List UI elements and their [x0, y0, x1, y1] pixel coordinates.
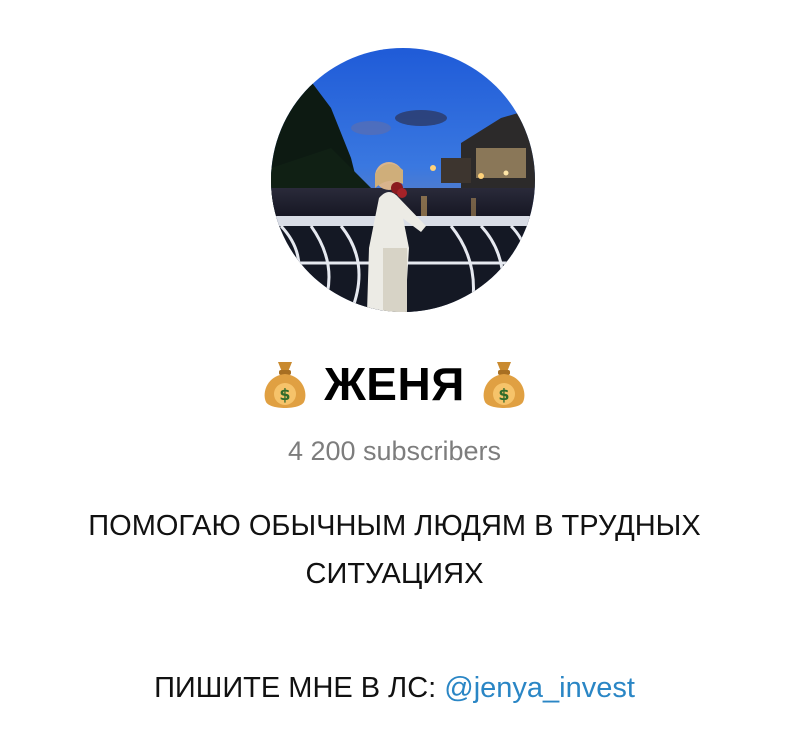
svg-text:$: $ [280, 385, 291, 404]
contact-line: ПИШИТЕ МНЕ В ЛС: @jenya_invest [0, 664, 789, 712]
subscriber-count: 4 200 subscribers [287, 436, 502, 466]
money-bag-icon: $ [264, 362, 306, 408]
channel-profile: $ ЖЕНЯ $ 4 200 subscribers ПОМОГАЮ ОБЫЧН… [0, 0, 789, 744]
channel-title-row: $ ЖЕНЯ $ [0, 352, 789, 416]
money-bag-icon: $ [483, 362, 525, 408]
bio-line: СИТУАЦИЯХ [305, 558, 484, 590]
avatar-photo [271, 48, 535, 312]
svg-text:$: $ [498, 385, 509, 404]
channel-name: ЖЕНЯ [324, 358, 465, 410]
contact-handle-link[interactable]: @jenya_invest [444, 672, 635, 704]
channel-avatar[interactable] [271, 48, 535, 312]
bio-line: ПОМОГАЮ ОБЫЧНЫМ ЛЮДЯМ В ТРУДНЫХ [88, 510, 701, 542]
contact-prefix: ПИШИТЕ МНЕ В ЛС: [154, 672, 437, 704]
channel-bio: ПОМОГАЮ ОБЫЧНЫМ ЛЮДЯМ В ТРУДНЫХ СИТУАЦИЯ… [40, 502, 749, 598]
